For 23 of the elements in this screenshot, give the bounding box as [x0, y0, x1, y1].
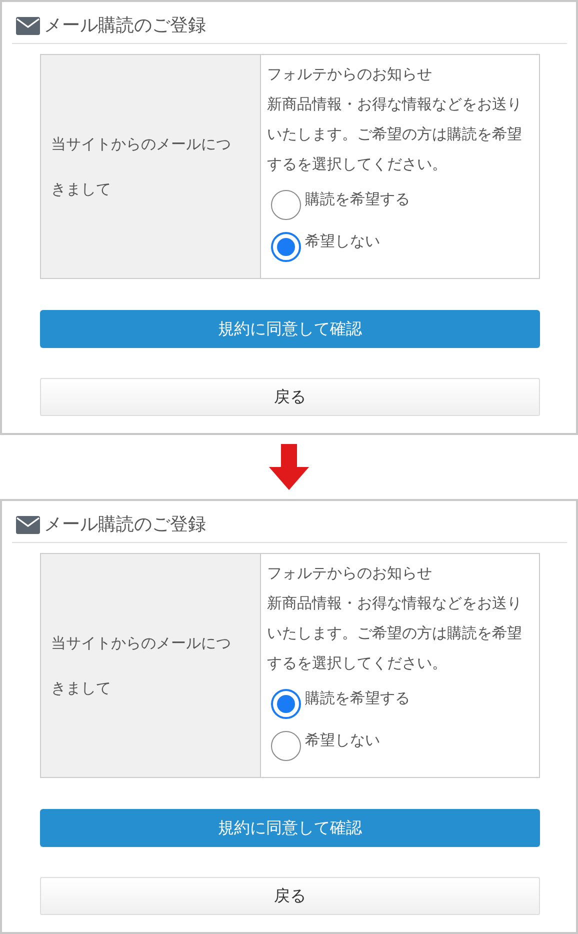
radio-option[interactable]: 希望しない — [271, 728, 533, 770]
field-label: 当サイトからのメールにつきまして — [51, 632, 232, 698]
radio-button[interactable] — [271, 190, 301, 220]
description-text: 新商品情報・お得な情報などをお送りいたします。ご希望の方は購読を希望するを選択してください。 — [267, 94, 523, 175]
radio-button[interactable] — [271, 731, 301, 761]
confirm-button[interactable]: 規約に同意して確認 — [40, 809, 540, 847]
section-title: メール購読のご登録 — [44, 513, 206, 537]
field-label: 当サイトからのメールにつきまして — [51, 134, 232, 200]
down-arrow-icon — [269, 444, 309, 490]
radio-option[interactable]: 希望しない — [271, 229, 533, 271]
radio-option[interactable]: 購読を希望する — [271, 187, 533, 229]
mail-icon — [16, 516, 40, 534]
confirm-button[interactable]: 規約に同意して確認 — [40, 310, 540, 348]
radio-button[interactable] — [271, 689, 301, 719]
notice-title: フォルテからのお知らせ — [267, 64, 433, 85]
notice-title: フォルテからのお知らせ — [267, 563, 433, 584]
radio-button[interactable] — [271, 232, 301, 262]
radio-option[interactable]: 購読を希望する — [271, 686, 533, 728]
section-title: メール購読のご登録 — [44, 14, 206, 38]
description-text: 新商品情報・お得な情報などをお送りいたします。ご希望の方は購読を希望するを選択してください。 — [267, 593, 523, 674]
mail-icon — [16, 17, 40, 35]
back-button[interactable]: 戻る — [40, 877, 540, 915]
back-button[interactable]: 戻る — [40, 378, 540, 416]
